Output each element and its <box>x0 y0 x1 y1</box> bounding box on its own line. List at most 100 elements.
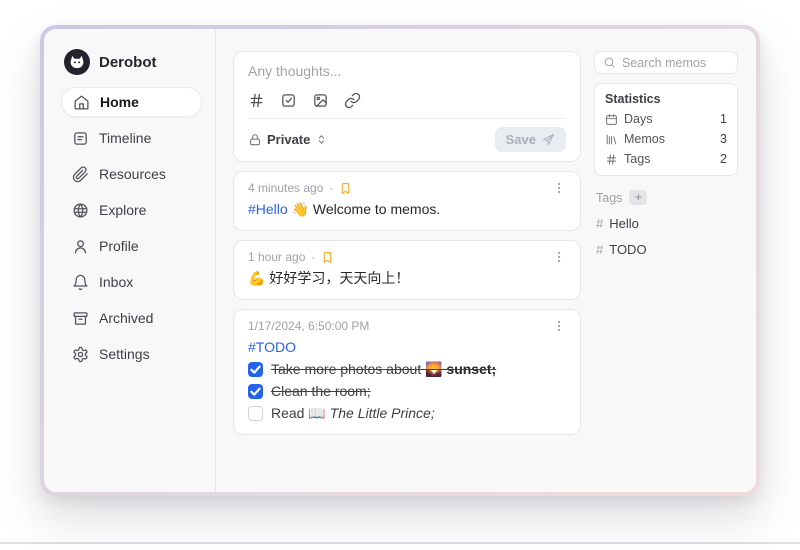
task-item: Read 📖 The Little Prince; <box>248 404 566 423</box>
link-icon[interactable] <box>344 92 361 109</box>
sidebar-item-home[interactable]: Home <box>61 87 202 117</box>
sidebar-item-label: Home <box>100 94 139 110</box>
sidebar-item-label: Inbox <box>99 274 134 290</box>
paperclip-icon <box>72 165 88 182</box>
hash-prefix: # <box>596 216 604 231</box>
kebab-menu-icon[interactable] <box>552 319 566 333</box>
sidebar-item-timeline[interactable]: Timeline <box>61 123 202 153</box>
visibility-label: Private <box>267 132 311 147</box>
cat-avatar-icon <box>64 49 90 75</box>
memo-input[interactable] <box>248 63 566 87</box>
stat-row-tags: Tags 2 <box>605 152 727 166</box>
send-icon <box>543 134 554 145</box>
globe-icon <box>73 202 88 218</box>
tag-item-todo[interactable]: # TODO <box>594 242 738 257</box>
sidebar-item-label: Resources <box>99 166 166 182</box>
memo-feed: Private Save 4 minutes ago · <box>233 51 581 492</box>
home-icon <box>74 94 89 110</box>
right-sidebar: Statistics Days 1 Memos 3 Tags 2 <box>594 51 738 492</box>
memo-text: 💪 好好学习，天天向上！ <box>248 270 410 286</box>
dot-separator: · <box>329 181 334 195</box>
gear-icon <box>73 346 88 362</box>
bookmark-icon[interactable] <box>321 251 334 264</box>
save-label: Save <box>505 132 536 147</box>
library-icon <box>606 134 617 144</box>
user-menu[interactable]: Derobot <box>61 49 202 75</box>
save-button[interactable]: Save <box>494 127 566 152</box>
stat-row-days: Days 1 <box>605 112 727 126</box>
editor-toolbar <box>248 92 566 109</box>
search-icon <box>604 57 615 68</box>
tag-name: TODO <box>609 242 647 257</box>
search-box <box>594 51 738 74</box>
hash-icon <box>606 153 617 165</box>
sidebar-item-label: Profile <box>99 238 139 254</box>
bell-icon <box>73 274 88 290</box>
stat-row-memos: Memos 3 <box>605 132 727 146</box>
memo-timestamp: 4 minutes ago <box>248 181 324 195</box>
stat-label: Tags <box>624 152 651 166</box>
memo-tag-link[interactable]: #Hello <box>248 201 288 217</box>
visibility-select[interactable]: Private <box>248 132 328 147</box>
task-text: Take more photos about 🌄 sunset; <box>271 361 497 377</box>
checkbox-unchecked[interactable] <box>248 406 263 421</box>
sidebar-item-label: Settings <box>99 346 150 362</box>
statistics-title: Statistics <box>605 92 661 106</box>
sidebar-item-resources[interactable]: Resources <box>61 159 202 189</box>
memo-tag-link[interactable]: #TODO <box>248 339 296 355</box>
app-window: Derobot Home Timeline Resources Explore … <box>40 25 760 496</box>
sidebar-item-label: Timeline <box>99 130 152 146</box>
sidebar-item-label: Explore <box>99 202 147 218</box>
stat-value: 1 <box>720 112 727 126</box>
task-item: Take more photos about 🌄 sunset; <box>248 360 566 379</box>
page-bottom-divider <box>0 542 800 544</box>
bookmark-icon[interactable] <box>339 182 352 195</box>
memo-content: #TODO Take more photos about 🌄 sunset; C… <box>248 338 566 423</box>
sidebar-item-settings[interactable]: Settings <box>61 339 202 369</box>
stat-label: Days <box>624 112 653 126</box>
main-area: Private Save 4 minutes ago · <box>216 29 756 492</box>
tags-header: Tags + <box>594 190 738 205</box>
memo-text: 👋 Welcome to memos. <box>291 201 441 217</box>
add-tag-button[interactable]: + <box>629 190 648 205</box>
calendar-icon <box>606 113 617 125</box>
memo-timestamp: 1 hour ago <box>248 250 306 264</box>
search-input[interactable] <box>622 55 729 70</box>
timeline-icon <box>74 131 87 145</box>
sidebar-item-profile[interactable]: Profile <box>61 231 202 261</box>
page-background: Derobot Home Timeline Resources Explore … <box>0 0 800 550</box>
stat-label: Memos <box>624 132 665 146</box>
tag-item-hello[interactable]: # Hello <box>594 216 738 231</box>
hashtag-icon[interactable] <box>248 92 265 109</box>
archive-icon <box>73 311 88 325</box>
sidebar-item-inbox[interactable]: Inbox <box>61 267 202 297</box>
left-sidebar: Derobot Home Timeline Resources Explore … <box>44 29 216 492</box>
sidebar-nav: Home Timeline Resources Explore Profile … <box>61 87 202 369</box>
user-icon <box>74 239 87 254</box>
memo-card: 4 minutes ago · #Hello 👋 Welcome to memo… <box>233 171 581 231</box>
dot-separator: · <box>311 250 316 264</box>
kebab-menu-icon[interactable] <box>552 181 566 195</box>
checkbox-icon[interactable] <box>280 92 297 109</box>
memo-content: 💪 好好学习，天天向上！ <box>248 269 566 288</box>
statistics-panel: Statistics Days 1 Memos 3 Tags 2 <box>594 83 738 176</box>
memo-content: #Hello 👋 Welcome to memos. <box>248 200 566 219</box>
memo-editor: Private Save <box>233 51 581 162</box>
checkbox-checked[interactable] <box>248 362 263 377</box>
task-text: Clean the room; <box>271 383 371 399</box>
user-name: Derobot <box>99 53 157 71</box>
tag-name: Hello <box>609 216 639 231</box>
stat-value: 2 <box>720 152 727 166</box>
hash-prefix: # <box>596 242 604 257</box>
task-text: Read 📖 The Little Prince; <box>271 405 435 421</box>
sidebar-item-archived[interactable]: Archived <box>61 303 202 333</box>
sidebar-item-explore[interactable]: Explore <box>61 195 202 225</box>
kebab-menu-icon[interactable] <box>552 250 566 264</box>
memo-card: 1/17/2024, 6:50:00 PM #TODO Take more ph… <box>233 309 581 435</box>
chevrons-up-down-icon <box>319 135 325 144</box>
checkbox-checked[interactable] <box>248 384 263 399</box>
image-icon[interactable] <box>312 92 329 109</box>
memo-timestamp: 1/17/2024, 6:50:00 PM <box>248 319 370 333</box>
tags-title: Tags <box>596 190 623 205</box>
lock-icon <box>250 133 260 145</box>
